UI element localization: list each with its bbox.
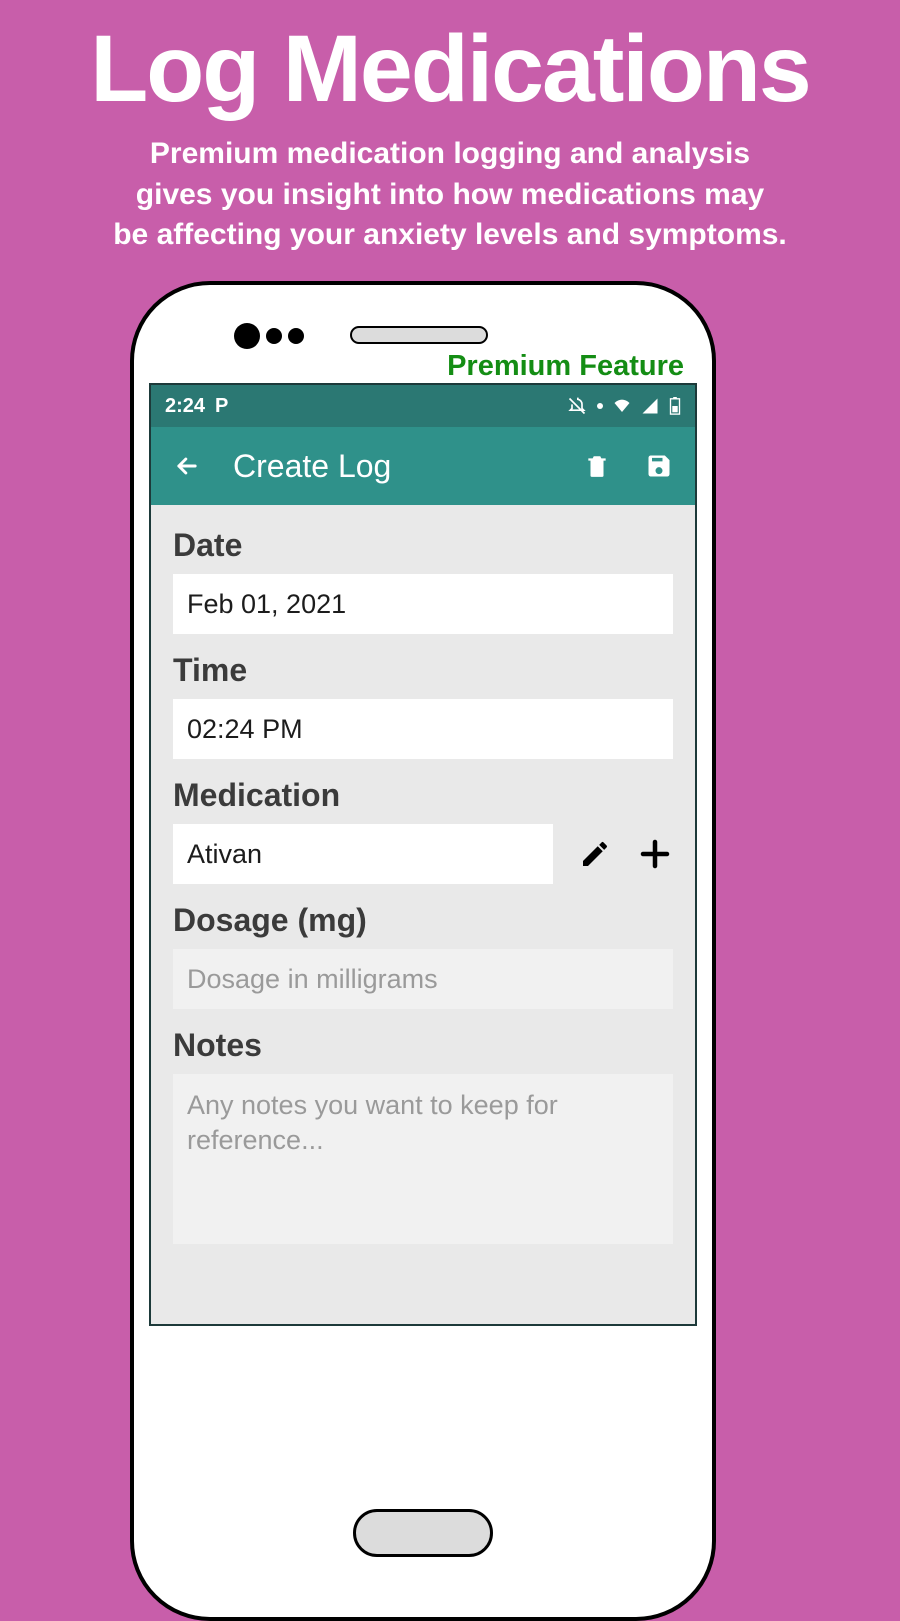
phone-sensors [234,323,304,349]
edit-medication-button[interactable] [577,836,613,872]
status-time: 2:24 [165,395,205,418]
notes-label: Notes [173,1027,673,1064]
medication-label: Medication [173,777,673,814]
sensor-dot-1 [266,328,282,344]
time-label: Time [173,652,673,689]
phone-frame: Premium Feature 2:24 P [130,281,716,1621]
status-app-indicator: P [215,395,228,418]
hero-line-3: be affecting your anxiety levels and sym… [0,215,900,256]
wifi-icon [613,397,631,415]
save-button[interactable] [643,450,675,482]
home-button[interactable] [353,1509,493,1557]
medication-field[interactable]: Ativan [173,824,553,884]
form-area: Date Feb 01, 2021 Time 02:24 PM Medicati… [151,505,695,1324]
dnd-icon [567,396,587,416]
medication-row: Ativan [173,824,673,884]
date-field[interactable]: Feb 01, 2021 [173,574,673,634]
back-button[interactable] [171,450,203,482]
add-medication-button[interactable] [637,836,673,872]
premium-feature-tag: Premium Feature [447,350,684,383]
sensor-dot-2 [288,328,304,344]
time-field[interactable]: 02:24 PM [173,699,673,759]
app-bar: Create Log [151,427,695,505]
delete-button[interactable] [581,450,613,482]
dosage-label: Dosage (mg) [173,902,673,939]
phone-speaker [350,326,488,344]
camera-dot [234,323,260,349]
hero-title: Log Medications [0,15,900,124]
appbar-title: Create Log [233,448,551,485]
battery-icon [669,397,681,415]
signal-icon [641,397,659,415]
hero-line-1: Premium medication logging and analysis [0,134,900,175]
phone-screen: 2:24 P [149,383,697,1326]
status-bar: 2:24 P [151,385,695,427]
hero-line-2: gives you insight into how medications m… [0,175,900,216]
date-label: Date [173,527,673,564]
notes-field[interactable]: Any notes you want to keep for reference… [173,1074,673,1244]
data-dot-icon [597,403,603,409]
dosage-field[interactable]: Dosage in milligrams [173,949,673,1009]
hero-subtitle: Premium medication logging and analysis … [0,134,900,256]
